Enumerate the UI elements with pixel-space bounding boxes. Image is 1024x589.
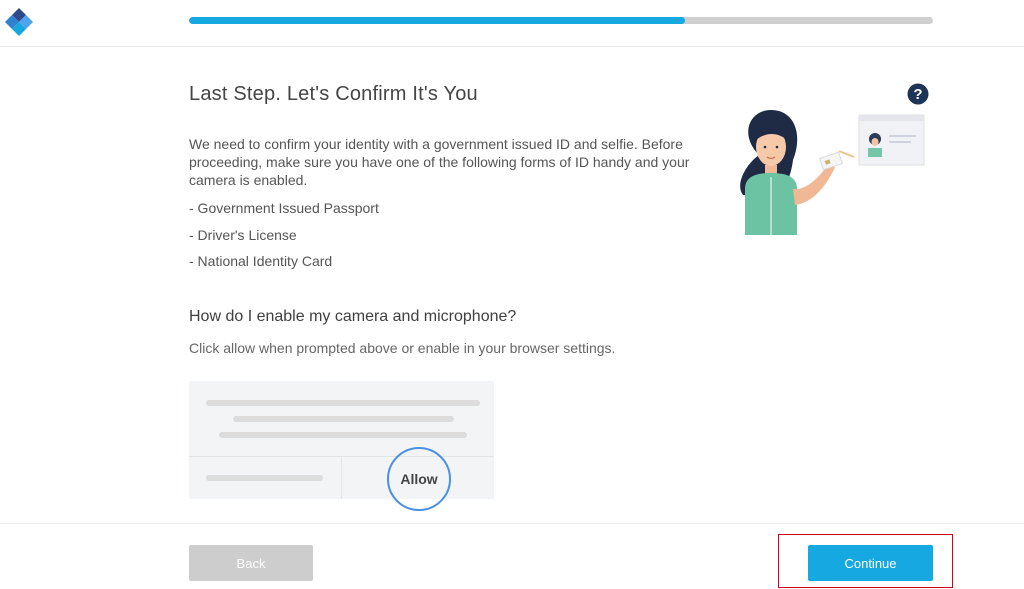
continue-button[interactable]: Continue [808, 545, 933, 581]
intro-text: We need to confirm your identity with a … [189, 136, 690, 188]
allow-label: Allow [400, 471, 438, 487]
svg-text:?: ? [913, 86, 922, 103]
diamond-logo-icon [5, 8, 33, 36]
main-content: Last Step. Let's Confirm It's You ? We n… [189, 47, 949, 523]
list-item: - National Identity Card [189, 253, 333, 269]
camera-help-heading: How do I enable my camera and microphone… [189, 308, 517, 325]
id-options-list: - Government Issued Passport - Driver's … [189, 199, 379, 279]
back-button[interactable]: Back [189, 545, 313, 581]
list-item: - Government Issued Passport [189, 200, 379, 216]
placeholder-line [233, 416, 454, 422]
progress-fill [189, 17, 686, 24]
footer: Back Continue [0, 523, 1024, 589]
placeholder-line [219, 432, 467, 438]
allow-button-highlight: Allow [387, 447, 451, 511]
browser-permission-illustration: Allow [189, 381, 494, 511]
divider [341, 456, 342, 499]
placeholder-line [206, 475, 323, 481]
top-bar [0, 0, 1024, 47]
camera-help-text: Click allow when prompted above or enabl… [189, 340, 616, 356]
page-title: Last Step. Let's Confirm It's You [189, 83, 478, 105]
placeholder-line [206, 400, 480, 406]
question-circle-icon[interactable]: ? [907, 83, 929, 105]
list-item: - Driver's License [189, 226, 297, 243]
woman-holding-id-illustration [740, 110, 925, 235]
progress-bar [189, 17, 933, 24]
